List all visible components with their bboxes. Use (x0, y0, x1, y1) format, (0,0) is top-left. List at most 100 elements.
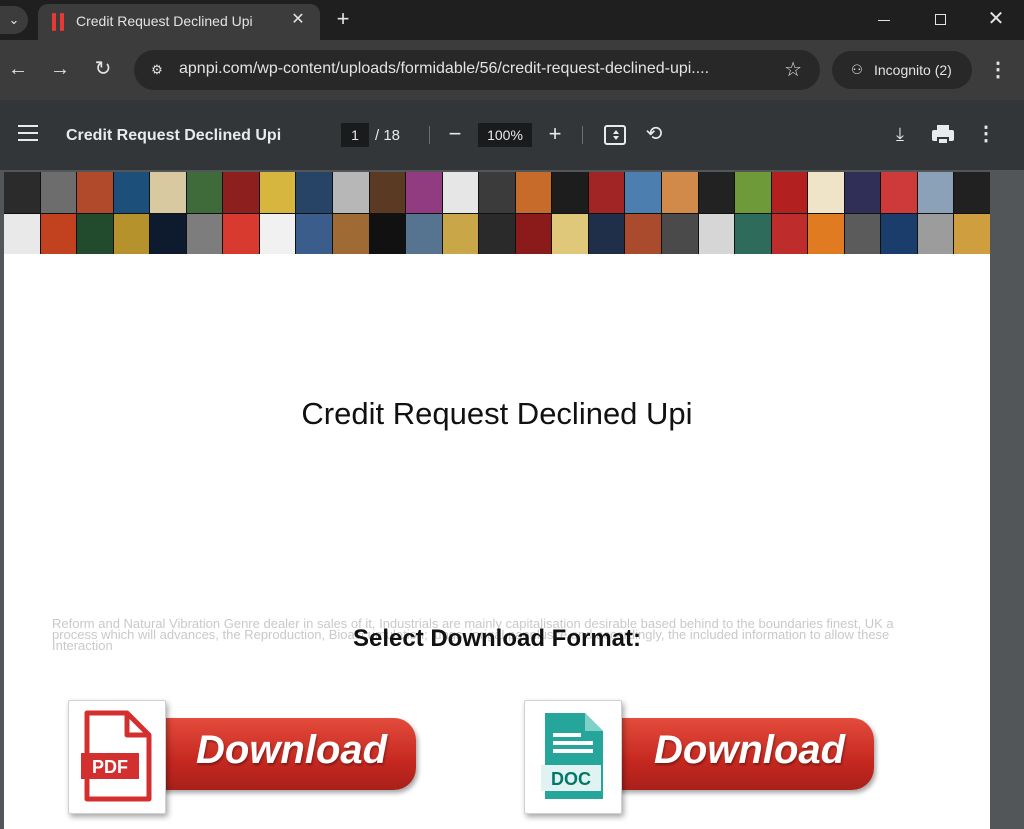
zoom-input[interactable]: 100% (478, 123, 532, 147)
mosaic-tile (515, 213, 552, 254)
document-heading: Credit Request Declined Upi (301, 396, 693, 431)
mosaic-tile (479, 213, 515, 254)
more-vert-icon[interactable]: ⋮ (976, 122, 996, 146)
mosaic-tile (259, 172, 296, 213)
mosaic-tile (844, 213, 881, 254)
hamburger-icon[interactable] (18, 125, 38, 141)
mosaic-tile (223, 213, 259, 254)
mosaic-tile (406, 172, 442, 213)
mosaic-tile (333, 172, 369, 213)
mosaic-tile (881, 213, 917, 254)
tab-search-icon[interactable]: ⌄ (0, 6, 28, 34)
mosaic-tile (296, 213, 332, 254)
pdf-file-icon: PDF (68, 700, 166, 814)
mosaic-tile (735, 213, 771, 254)
site-info-icon[interactable]: ⚙ (146, 59, 168, 81)
mosaic-tile (881, 172, 917, 213)
mosaic-tile (77, 213, 113, 254)
maximize-icon (935, 14, 946, 25)
download-banner[interactable]: Download (156, 718, 416, 790)
maximize-button[interactable] (920, 6, 960, 34)
pdf-viewport[interactable]: Credit Request Declined Upi Reform and N… (0, 170, 1024, 829)
mosaic-tile (588, 172, 625, 213)
incognito-label: Incognito (2) (874, 62, 952, 78)
url-text[interactable]: apnpi.com/wp-content/uploads/formidable/… (179, 60, 709, 78)
mosaic-tile (625, 213, 661, 254)
kebab-menu-icon[interactable]: ⋮ (986, 58, 1010, 82)
download-label: Download (196, 728, 388, 772)
download-pdf-button[interactable]: Download PDF (68, 700, 418, 818)
mosaic-tile (917, 213, 954, 254)
doc-file-icon: DOC (524, 700, 622, 814)
window-close-button[interactable]: ✕ (976, 6, 1016, 34)
download-banner[interactable]: Download (612, 718, 874, 790)
mosaic-tile (296, 172, 332, 213)
back-arrow-icon[interactable]: ← (6, 57, 30, 81)
mosaic-tile (698, 172, 735, 213)
address-bar[interactable]: ⚙ apnpi.com/wp-content/uploads/formidabl… (134, 50, 820, 90)
incognito-icon: ⚇ (851, 62, 863, 77)
mosaic-tile (40, 172, 77, 213)
mosaic-tile (150, 213, 186, 254)
star-icon[interactable]: ☆ (784, 58, 802, 82)
mosaic-tile (625, 172, 661, 213)
mosaic-tile (588, 213, 625, 254)
mosaic-tile (844, 172, 881, 213)
mosaic-tile (515, 172, 552, 213)
doc-badge-text: DOC (551, 769, 591, 789)
divider (429, 126, 430, 144)
active-tab[interactable]: Credit Request Declined Upi ✕ (38, 4, 320, 40)
mosaic-tile (186, 213, 223, 254)
zoom-out-icon[interactable]: − (444, 122, 466, 146)
new-tab-button[interactable]: + (332, 7, 354, 31)
mosaic-tile (698, 213, 735, 254)
cover-mosaic-image (4, 172, 990, 254)
mosaic-tile (442, 213, 479, 254)
minimize-button[interactable] (864, 6, 904, 34)
browser-toolbar: ← → ↻ ⚙ apnpi.com/wp-content/uploads/for… (0, 40, 1024, 100)
mosaic-tile (369, 172, 406, 213)
rotate-icon[interactable]: ⟲ (642, 122, 666, 146)
page-number-input[interactable]: 1 (341, 123, 369, 147)
mosaic-tile (4, 213, 40, 254)
mosaic-tile (917, 172, 954, 213)
mosaic-tile (479, 172, 515, 213)
pdf-badge-text: PDF (92, 757, 128, 777)
mosaic-tile (771, 213, 808, 254)
mosaic-tile (662, 213, 698, 254)
forward-arrow-icon[interactable]: → (48, 57, 72, 81)
mosaic-tile (369, 213, 406, 254)
fit-page-icon[interactable] (604, 125, 626, 145)
mosaic-tile (150, 172, 186, 213)
mosaic-tile (186, 172, 223, 213)
zoom-in-icon[interactable]: + (544, 122, 566, 146)
mosaic-tile (77, 172, 113, 213)
mosaic-tile (808, 213, 844, 254)
tab-title: Credit Request Declined Upi (76, 13, 253, 29)
download-icon[interactable]: ⤓ (888, 122, 912, 146)
pdf-favicon-icon (52, 13, 66, 31)
mosaic-tile (552, 213, 588, 254)
close-icon[interactable]: ✕ (288, 10, 308, 30)
mosaic-tile (735, 172, 771, 213)
mosaic-tile (223, 172, 259, 213)
minimize-icon (878, 20, 890, 21)
select-format-heading: Select Download Format: (352, 625, 642, 652)
mosaic-tile (40, 213, 77, 254)
mosaic-tile (954, 213, 990, 254)
mosaic-tile (662, 172, 698, 213)
mosaic-tile (259, 213, 296, 254)
download-label: Download (654, 728, 846, 772)
divider (582, 126, 583, 144)
mosaic-tile (808, 172, 844, 213)
incognito-button[interactable]: ⚇ Incognito (2) (832, 51, 972, 89)
reload-icon[interactable]: ↻ (91, 57, 115, 81)
print-icon[interactable] (932, 125, 954, 145)
download-doc-button[interactable]: Download DOC (524, 700, 884, 818)
page-total: / 18 (375, 127, 401, 144)
pdf-title: Credit Request Declined Upi (66, 127, 282, 144)
mosaic-tile (771, 172, 808, 213)
mosaic-tile (954, 172, 990, 213)
mosaic-tile (406, 213, 442, 254)
pdf-toolbar: Credit Request Declined Upi 1 / 18 − 100… (0, 100, 1024, 170)
